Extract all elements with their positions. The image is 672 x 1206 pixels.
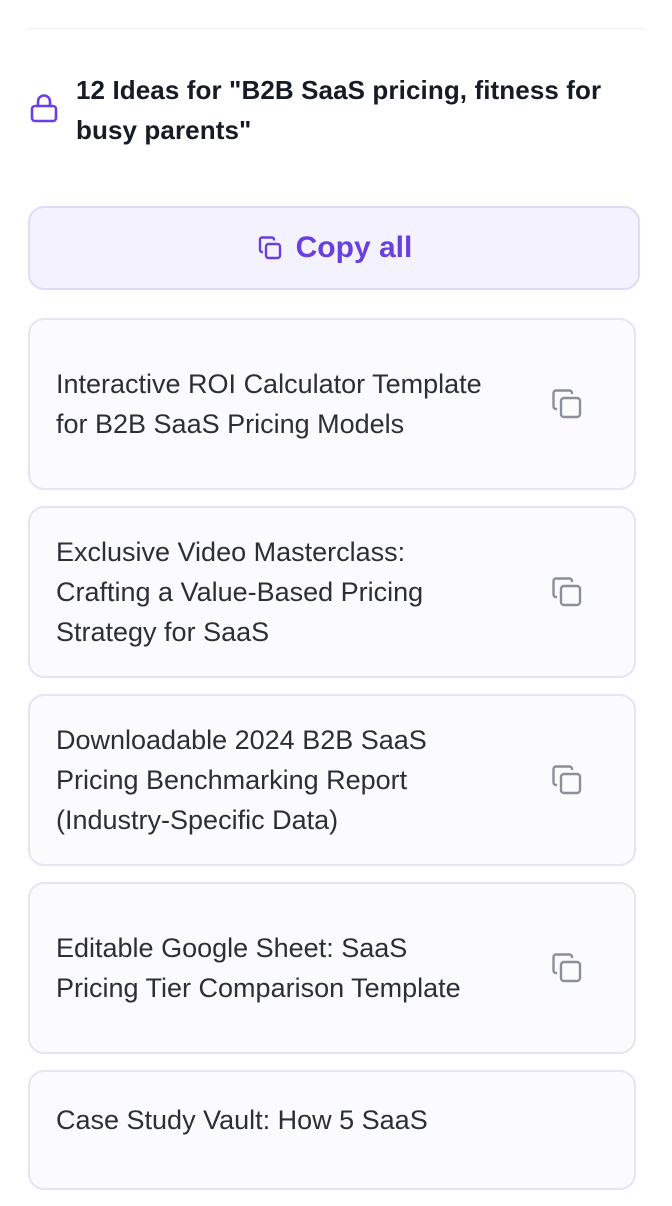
copy-icon[interactable] bbox=[550, 575, 584, 609]
idea-card: Interactive ROI Calculator Template for … bbox=[28, 318, 636, 490]
idea-card: Editable Google Sheet: SaaS Pricing Tier… bbox=[28, 882, 636, 1054]
idea-text: Downloadable 2024 B2B SaaS Pricing Bench… bbox=[56, 725, 427, 835]
idea-list: Interactive ROI Calculator Template for … bbox=[28, 318, 636, 1206]
idea-text: Editable Google Sheet: SaaS Pricing Tier… bbox=[56, 933, 461, 1003]
lock-icon bbox=[28, 92, 60, 124]
idea-card: Exclusive Video Masterclass: Crafting a … bbox=[28, 506, 636, 678]
idea-card: Case Study Vault: How 5 SaaS bbox=[28, 1070, 636, 1190]
idea-text: Case Study Vault: How 5 SaaS bbox=[56, 1105, 428, 1135]
copy-icon[interactable] bbox=[550, 951, 584, 985]
copy-icon bbox=[256, 234, 284, 262]
idea-text: Exclusive Video Masterclass: Crafting a … bbox=[56, 537, 424, 647]
ideas-header: 12 Ideas for "B2B SaaS pricing, fitness … bbox=[28, 70, 648, 150]
copy-all-button[interactable]: Copy all bbox=[28, 206, 640, 290]
idea-card: Downloadable 2024 B2B SaaS Pricing Bench… bbox=[28, 694, 636, 866]
copy-icon[interactable] bbox=[550, 387, 584, 421]
copy-all-label: Copy all bbox=[295, 231, 413, 264]
top-divider bbox=[28, 28, 644, 29]
page-title: 12 Ideas for "B2B SaaS pricing, fitness … bbox=[76, 75, 602, 145]
idea-text: Interactive ROI Calculator Template for … bbox=[56, 369, 482, 439]
copy-icon[interactable] bbox=[550, 763, 584, 797]
